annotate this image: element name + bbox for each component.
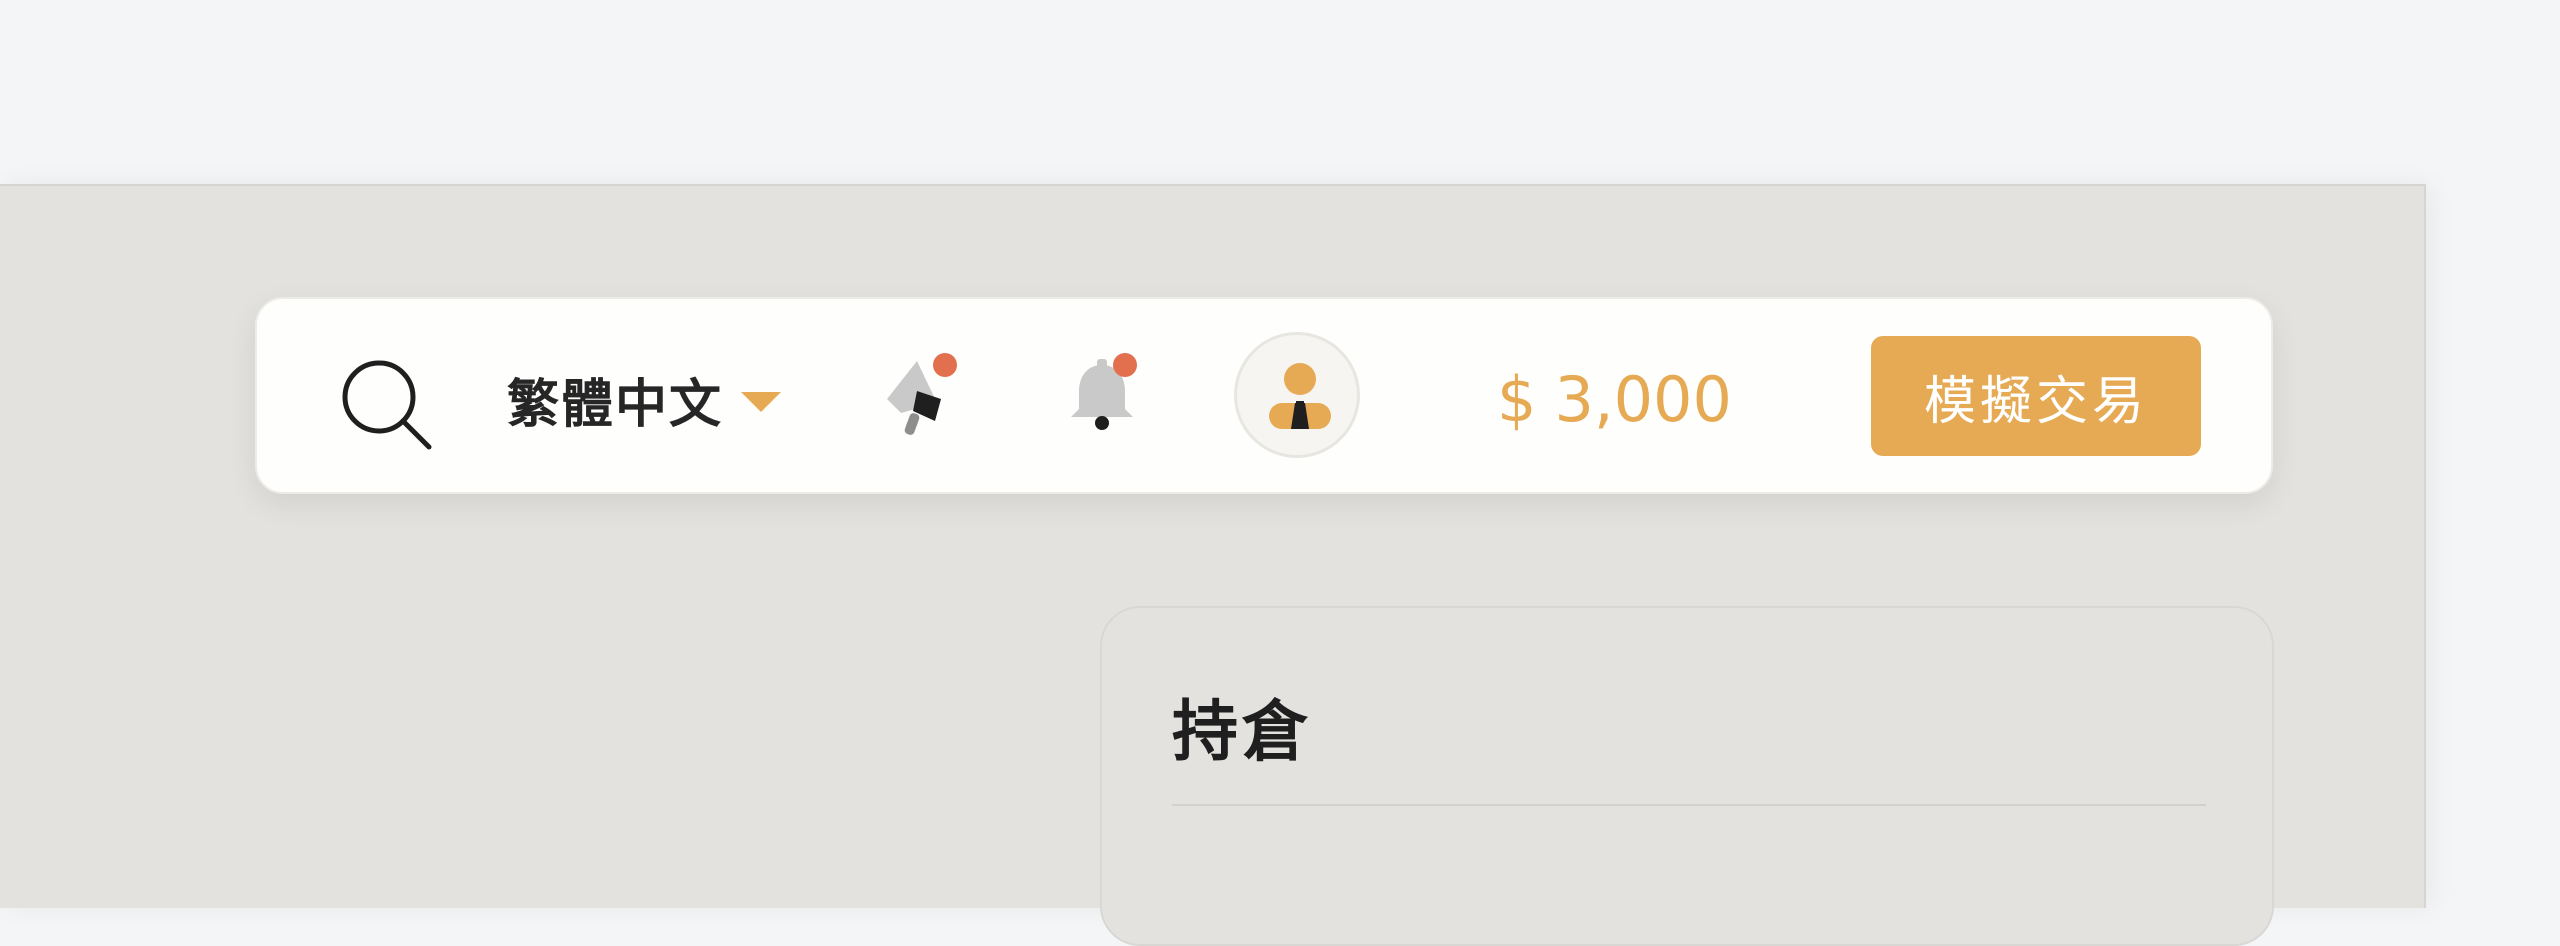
balance-amount: 3,000 — [1554, 362, 1732, 436]
search-icon[interactable] — [337, 355, 437, 455]
chevron-down-icon — [741, 392, 782, 412]
language-label: 繁體中文 — [507, 374, 724, 435]
currency-symbol: $ — [1497, 362, 1537, 436]
positions-card: 持倉 — [1100, 606, 2274, 946]
avatar[interactable] — [1234, 332, 1360, 458]
notification-dot — [1113, 353, 1137, 377]
notification-dot — [933, 353, 957, 377]
bell-icon[interactable] — [1057, 351, 1147, 441]
balance-display: $ 3,000 — [1497, 359, 1732, 439]
top-bar: 繁體中文 $ 3,000 模擬交易 — [255, 297, 2273, 494]
divider — [1172, 804, 2206, 806]
positions-title: 持倉 — [1172, 693, 1312, 770]
language-selector[interactable]: 繁體中文 — [507, 359, 782, 439]
simulated-trading-button[interactable]: 模擬交易 — [1871, 336, 2201, 456]
megaphone-icon[interactable] — [877, 351, 967, 441]
